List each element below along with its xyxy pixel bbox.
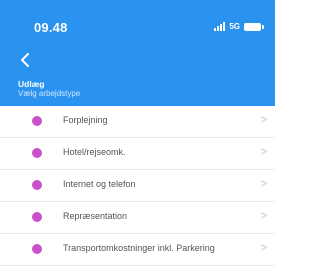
list-item-transport[interactable]: Transportomkostninger inkl. Parkering >	[0, 234, 275, 266]
work-type-list: Forplejning > Hotel/rejseomk. > Internet…	[0, 106, 275, 266]
category-dot	[32, 244, 42, 254]
network-label: 5G	[229, 22, 240, 31]
list-item-hotel[interactable]: Hotel/rejseomk. >	[0, 138, 275, 170]
category-dot	[32, 116, 42, 126]
list-item-label: Forplejning	[63, 115, 108, 125]
list-item-label: Transportomkostninger inkl. Parkering	[63, 243, 215, 253]
list-item-repraesentation[interactable]: Repræsentation >	[0, 202, 275, 234]
status-time: 09.48	[34, 20, 68, 35]
list-item-label: Repræsentation	[63, 211, 128, 221]
list-item-forplejning[interactable]: Forplejning >	[0, 106, 275, 138]
app-header: 09.48 5G Udlæg Vælg arbejdstype	[0, 0, 275, 106]
battery-icon	[244, 22, 264, 31]
list-item-internet[interactable]: Internet og telefon >	[0, 170, 275, 202]
chevron-right-icon: >	[260, 146, 267, 158]
chevron-right-icon: >	[260, 210, 267, 222]
list-item-label: Hotel/rejseomk.	[63, 147, 126, 157]
chevron-left-icon	[21, 53, 29, 67]
chevron-right-icon: >	[260, 114, 267, 126]
chevron-right-icon: >	[260, 242, 267, 254]
category-dot	[32, 148, 42, 158]
signal-icon	[214, 22, 226, 31]
status-indicators: 5G	[214, 22, 264, 31]
category-dot	[32, 212, 42, 222]
page-subtitle: Vælg arbejdstype	[18, 89, 81, 98]
chevron-right-icon: >	[260, 178, 267, 190]
category-dot	[32, 180, 42, 190]
list-item-label: Internet og telefon	[63, 179, 136, 189]
page-title: Udlæg	[18, 79, 45, 89]
back-button[interactable]	[18, 52, 34, 68]
